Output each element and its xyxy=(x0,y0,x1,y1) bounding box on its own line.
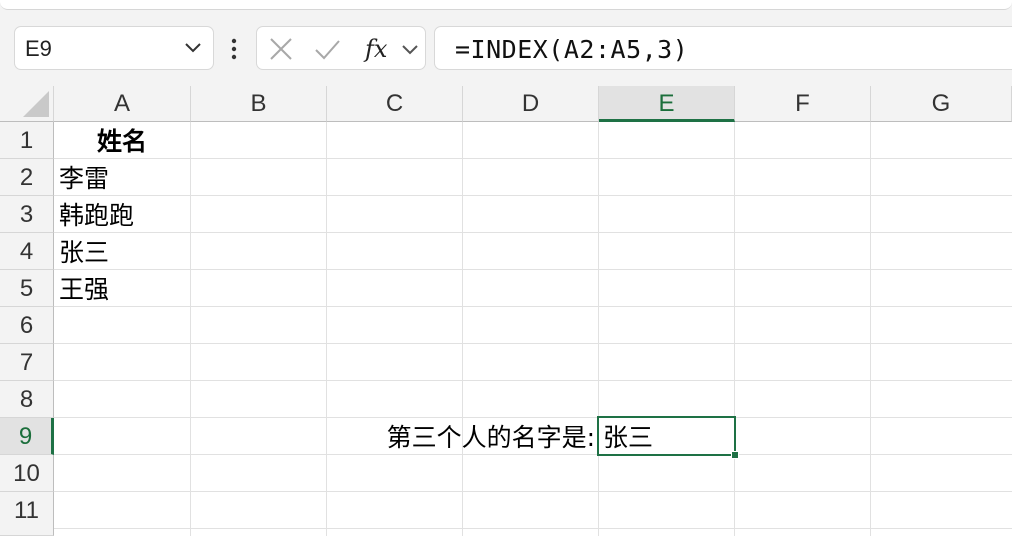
row-header-4[interactable]: 4 xyxy=(0,233,54,270)
grid-line xyxy=(462,122,463,536)
cell-a3[interactable]: 韩跑跑 xyxy=(59,197,134,234)
grid-line xyxy=(734,122,735,536)
grid-line xyxy=(598,122,599,536)
cell-a2[interactable]: 李雷 xyxy=(59,160,109,197)
row-header-1[interactable]: 1 xyxy=(0,122,54,159)
grid-line xyxy=(54,417,1012,418)
grid-line xyxy=(54,380,1012,381)
select-all-corner[interactable] xyxy=(0,86,54,122)
grid-line xyxy=(54,195,1012,196)
row-header-2[interactable]: 2 xyxy=(0,159,54,196)
formula-actions: fx xyxy=(256,26,426,70)
grid-line xyxy=(54,232,1012,233)
grid-line xyxy=(54,306,1012,307)
more-options-icon[interactable] xyxy=(230,38,238,60)
row-header-7[interactable]: 7 xyxy=(0,344,54,381)
column-header-f[interactable]: F xyxy=(735,86,871,122)
ribbon-edge xyxy=(0,0,1012,20)
row-header-11[interactable]: 11 xyxy=(0,492,54,536)
confirm-check-icon[interactable] xyxy=(313,35,341,63)
name-box[interactable]: E9 xyxy=(14,26,214,70)
cell-d9[interactable]: 第三个人的名字是: xyxy=(332,419,595,456)
grid-line xyxy=(54,343,1012,344)
column-header-d[interactable]: D xyxy=(463,86,599,122)
row-header-3[interactable]: 3 xyxy=(0,196,54,233)
column-header-c[interactable]: C xyxy=(327,86,463,122)
formula-bar-area: E9 fx =INDEX(A2:A5,3) xyxy=(0,20,1012,86)
grid-line xyxy=(54,269,1012,270)
grid-line xyxy=(54,491,1012,492)
row-header-5[interactable]: 5 xyxy=(0,270,54,307)
column-header-g[interactable]: G xyxy=(871,86,1012,122)
column-header-b[interactable]: B xyxy=(191,86,327,122)
grid-line xyxy=(326,122,327,536)
chevron-down-icon[interactable] xyxy=(399,39,421,59)
svg-text:fx: fx xyxy=(363,35,388,63)
column-header-a[interactable]: A xyxy=(54,86,191,122)
fx-icon[interactable]: fx xyxy=(363,35,395,63)
cell-a1[interactable]: 姓名 xyxy=(54,123,190,160)
grid-line xyxy=(190,122,191,536)
column-header-e[interactable]: E xyxy=(599,86,735,122)
active-cell-border xyxy=(597,416,736,456)
grid-line xyxy=(54,158,1012,159)
name-box-value: E9 xyxy=(25,36,52,61)
spreadsheet-grid[interactable]: A B C D E F G 1 2 3 4 5 6 7 8 9 10 11 姓名… xyxy=(0,86,1012,536)
cancel-x-icon[interactable] xyxy=(267,35,295,63)
chevron-down-icon[interactable] xyxy=(183,37,203,57)
ribbon-bottom-edge xyxy=(0,0,1012,10)
row-header-10[interactable]: 10 xyxy=(0,455,54,492)
grid-line xyxy=(870,122,871,536)
grid-line xyxy=(54,528,1012,529)
row-header-8[interactable]: 8 xyxy=(0,381,54,418)
cell-a4[interactable]: 张三 xyxy=(59,234,109,271)
row-header-6[interactable]: 6 xyxy=(0,307,54,344)
formula-text: =INDEX(A2:A5,3) xyxy=(455,35,689,64)
cell-a5[interactable]: 王强 xyxy=(59,271,109,308)
fill-handle[interactable] xyxy=(731,451,739,459)
formula-input[interactable]: =INDEX(A2:A5,3) xyxy=(434,26,1012,70)
row-header-9[interactable]: 9 xyxy=(0,418,54,455)
